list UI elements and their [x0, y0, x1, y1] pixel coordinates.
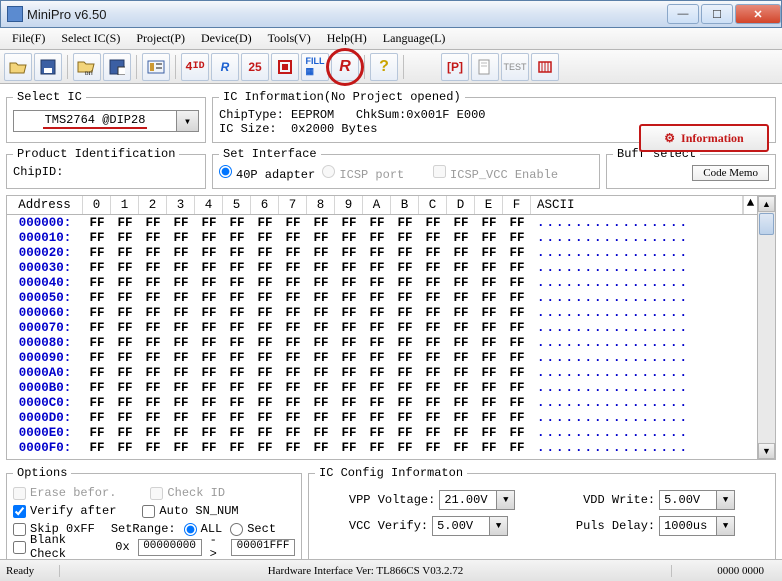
- hex-row[interactable]: 000030:FFFFFFFFFFFFFFFFFFFFFFFFFFFFFFFF.…: [7, 260, 757, 275]
- statusbar: Ready Hardware Interface Ver: TL866CS V0…: [0, 559, 782, 581]
- status-hw: Hardware Interface Ver: TL866CS V03.2.72: [60, 565, 672, 577]
- svg-text:prj: prj: [85, 69, 93, 75]
- app-icon: [7, 6, 23, 22]
- ic-config-group: IC Config Informaton VPP Voltage: 21.00V…: [308, 466, 776, 563]
- project-open-icon[interactable]: prj: [73, 53, 101, 81]
- check-autosn[interactable]: Auto SN_NUM: [142, 504, 238, 518]
- hex-row[interactable]: 000090:FFFFFFFFFFFFFFFFFFFFFFFFFFFFFFFF.…: [7, 350, 757, 365]
- gear-icon: ⚙: [664, 131, 675, 146]
- options-group: Options Erase befor. Check ID Verify aft…: [6, 466, 302, 563]
- menu-device[interactable]: Device(D): [193, 29, 260, 48]
- select-ic-legend: Select IC: [13, 90, 86, 104]
- hex-row[interactable]: 0000A0:FFFFFFFFFFFFFFFFFFFFFFFFFFFFFFFF.…: [7, 365, 757, 380]
- range-from[interactable]: 00000000: [138, 539, 202, 556]
- hex-row[interactable]: 000080:FFFFFFFFFFFFFFFFFFFFFFFFFFFFFFFF.…: [7, 335, 757, 350]
- hex-row[interactable]: 000040:FFFFFFFFFFFFFFFFFFFFFFFFFFFFFFFF.…: [7, 275, 757, 290]
- window-title: MiniPro v6.50: [27, 7, 665, 22]
- radio-40p[interactable]: 40P adapter: [219, 168, 315, 182]
- check-verify[interactable]: Verify after: [13, 504, 116, 518]
- menu-project[interactable]: Project(P): [128, 29, 193, 48]
- product-id-group: Product Identification ChipID:: [6, 147, 206, 189]
- hex-header: Address 0123456789ABCDEF ASCII ▲: [7, 196, 757, 215]
- fill-icon[interactable]: FILL▦: [301, 53, 329, 81]
- hex-row[interactable]: 000020:FFFFFFFFFFFFFFFFFFFFFFFFFFFFFFFF.…: [7, 245, 757, 260]
- vdd-combo[interactable]: 5.00V▼: [659, 490, 735, 510]
- scroll-thumb[interactable]: [759, 213, 774, 235]
- hex-row[interactable]: 0000D0:FFFFFFFFFFFFFFFFFFFFFFFFFFFFFFFF.…: [7, 410, 757, 425]
- range-to[interactable]: 00001FFF: [231, 539, 295, 556]
- code-memo-tab[interactable]: Code Memo: [692, 165, 769, 181]
- help-icon[interactable]: ?: [370, 53, 398, 81]
- hex-viewer: Address 0123456789ABCDEF ASCII ▲ 000000:…: [6, 195, 776, 460]
- check-checkid: Check ID: [150, 486, 225, 500]
- menu-help[interactable]: Help(H): [319, 29, 375, 48]
- vpp-combo[interactable]: 21.00V▼: [439, 490, 515, 510]
- menubar: File(F) Select IC(S) Project(P) Device(D…: [0, 28, 782, 50]
- radio-range-sect[interactable]: Sect: [230, 522, 276, 536]
- maximize-button[interactable]: ☐: [701, 4, 733, 24]
- read-4d-icon[interactable]: 4ID: [181, 53, 209, 81]
- check-erase: Erase befor.: [13, 486, 116, 500]
- hex-row[interactable]: 000070:FFFFFFFFFFFFFFFFFFFFFFFFFFFFFFFF.…: [7, 320, 757, 335]
- menu-select-ic[interactable]: Select IC(S): [53, 29, 128, 48]
- test-icon[interactable]: TEST: [501, 53, 529, 81]
- close-button[interactable]: ✕: [735, 4, 781, 24]
- hex-row[interactable]: 0000C0:FFFFFFFFFFFFFFFFFFFFFFFFFFFFFFFF.…: [7, 395, 757, 410]
- vertical-scrollbar[interactable]: ▲ ▼: [757, 196, 775, 459]
- scroll-down-icon[interactable]: ▼: [758, 443, 775, 459]
- select-ic-group: Select IC TMS2764 @DIP28 ▾: [6, 90, 206, 143]
- verify-25-icon[interactable]: 25: [241, 53, 269, 81]
- scroll-up-icon[interactable]: ▲: [758, 196, 775, 212]
- hex-row[interactable]: 0000F0:FFFFFFFFFFFFFFFFFFFFFFFFFFFFFFFF.…: [7, 440, 757, 455]
- minimize-button[interactable]: —: [667, 4, 699, 24]
- toolbar: prj 4ID R 25 FILL▦ R ? [P] TEST: [0, 50, 782, 84]
- ic-field[interactable]: TMS2764 @DIP28: [13, 110, 177, 132]
- hex-body[interactable]: 000000:FFFFFFFFFFFFFFFFFFFFFFFFFFFFFFFF.…: [7, 215, 757, 455]
- menu-tools[interactable]: Tools(V): [260, 29, 319, 48]
- puls-combo[interactable]: 1000us▼: [659, 516, 735, 536]
- status-ready: Ready: [0, 565, 60, 577]
- status-addr: 0000 0000: [672, 565, 782, 577]
- erase-icon[interactable]: [271, 53, 299, 81]
- multi-chip-icon[interactable]: [531, 53, 559, 81]
- hex-row[interactable]: 0000B0:FFFFFFFFFFFFFFFFFFFFFFFFFFFFFFFF.…: [7, 380, 757, 395]
- hex-row[interactable]: 0000E0:FFFFFFFFFFFFFFFFFFFFFFFFFFFFFFFF.…: [7, 425, 757, 440]
- information-button[interactable]: ⚙ Information: [639, 124, 769, 152]
- radio-icsp: ICSP port: [322, 168, 404, 182]
- vcc-combo[interactable]: 5.00V▼: [432, 516, 508, 536]
- hex-row[interactable]: 000050:FFFFFFFFFFFFFFFFFFFFFFFFFFFFFFFF.…: [7, 290, 757, 305]
- id-icon[interactable]: [142, 53, 170, 81]
- project-save-icon[interactable]: [103, 53, 131, 81]
- open-icon[interactable]: [4, 53, 32, 81]
- hex-row[interactable]: 000000:FFFFFFFFFFFFFFFFFFFFFFFFFFFFFFFF.…: [7, 215, 757, 230]
- titlebar: MiniPro v6.50 — ☐ ✕: [0, 0, 782, 28]
- edit-icon[interactable]: [471, 53, 499, 81]
- check-icsp-vcc: ICSP_VCC Enable: [433, 168, 558, 182]
- run-icon[interactable]: R: [331, 53, 359, 81]
- menu-file[interactable]: File(F): [4, 29, 53, 48]
- save-icon[interactable]: [34, 53, 62, 81]
- menu-language[interactable]: Language(L): [375, 29, 454, 48]
- param-icon[interactable]: [P]: [441, 53, 469, 81]
- hex-row[interactable]: 000010:FFFFFFFFFFFFFFFFFFFFFFFFFFFFFFFF.…: [7, 230, 757, 245]
- ic-info-group: IC Information(No Project opened) ChipTy…: [212, 90, 776, 143]
- check-blank[interactable]: Blank Check: [13, 533, 103, 561]
- hex-row[interactable]: 000060:FFFFFFFFFFFFFFFFFFFFFFFFFFFFFFFF.…: [7, 305, 757, 320]
- buff-select-group: Buff select Code Memo: [606, 147, 776, 189]
- set-interface-group: Set Interface 40P adapter ICSP port ICSP…: [212, 147, 600, 189]
- ic-dropdown-button[interactable]: ▾: [177, 110, 199, 132]
- ic-info-legend: IC Information(No Project opened): [219, 90, 465, 104]
- reflash-r-icon[interactable]: R: [211, 53, 239, 81]
